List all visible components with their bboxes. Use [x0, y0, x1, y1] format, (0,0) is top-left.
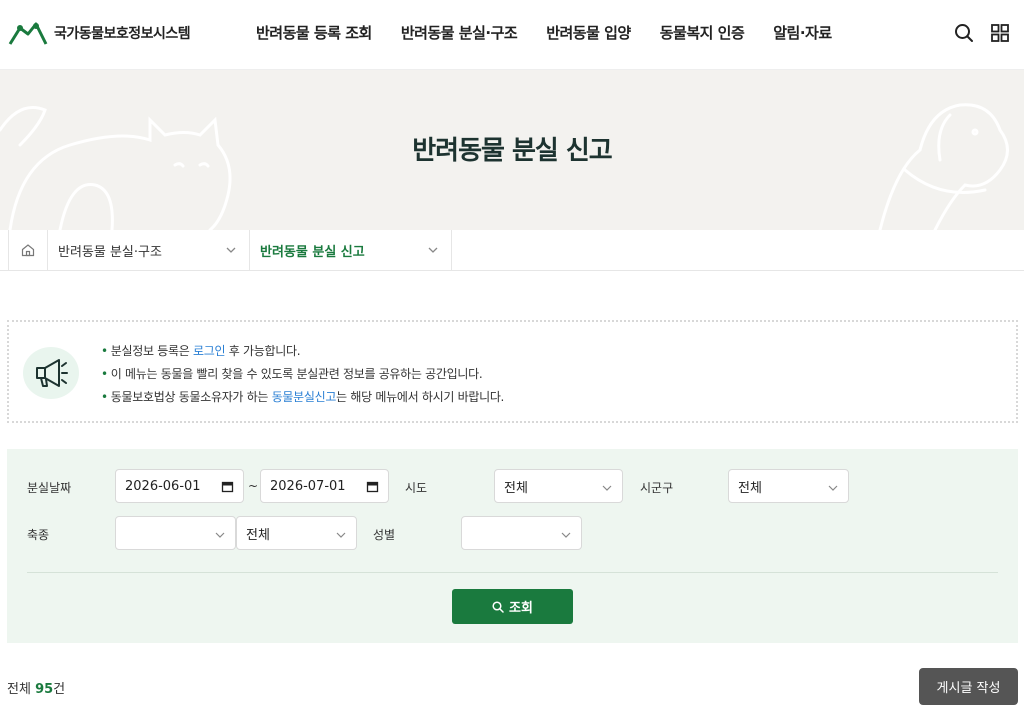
breadcrumb-home[interactable]	[8, 230, 48, 270]
notice-line-3: • 동물보호법상 동물소유자가 하는 동물분실신고는 해당 메뉴에서 하시기 바랍…	[101, 386, 504, 409]
sigungu-value: 전체	[738, 480, 762, 496]
total-count-suffix: 건	[53, 682, 66, 697]
breadcrumb-level2-label: 반려동물 분실 신고	[260, 244, 365, 260]
write-post-label: 게시글 작성	[936, 681, 1001, 696]
date-to-input[interactable]: 2026-07-01	[260, 469, 389, 503]
total-count-prefix: 전체	[7, 682, 36, 697]
logo-text: 국가동물보호정보시스템	[54, 26, 191, 42]
write-post-button[interactable]: 게시글 작성	[919, 668, 1018, 705]
date-from-input[interactable]: 2026-06-01	[115, 469, 244, 503]
notice-box: • 분실정보 등록은 로그인 후 가능합니다. • 이 메뉴는 동물을 빨리 찾을 …	[7, 320, 1018, 423]
search-button[interactable]: 조회	[452, 589, 573, 624]
search-icon[interactable]	[953, 22, 975, 44]
login-link[interactable]: 로그인	[193, 344, 226, 358]
sido-label: 시도	[405, 481, 428, 495]
panel-divider	[27, 572, 998, 573]
breed-value: 전체	[246, 527, 270, 543]
chevron-down-icon	[226, 247, 236, 253]
notice-line-1-text: 분실정보 등록은	[110, 344, 193, 358]
nav-item-adoption[interactable]: 반려동물 입양	[546, 22, 631, 43]
nav-item-notices[interactable]: 알림·자료	[773, 22, 832, 43]
date-range-separator: ~	[248, 479, 259, 493]
page-banner: 반려동물 분실 신고	[0, 70, 1024, 230]
chevron-down-icon	[828, 485, 838, 491]
sido-select[interactable]: 전체	[494, 469, 623, 503]
notice-text: • 분실정보 등록은 로그인 후 가능합니다. • 이 메뉴는 동물을 빨리 찾을 …	[101, 340, 504, 409]
bullet: •	[101, 367, 108, 381]
notice-line-1: • 분실정보 등록은 로그인 후 가능합니다.	[101, 340, 504, 363]
notice-icon-bg	[23, 347, 79, 399]
date-from-value: 2026-06-01	[125, 478, 201, 494]
breed-select[interactable]: 전체	[236, 516, 357, 550]
sigungu-label: 시군구	[640, 481, 674, 495]
date-to-value: 2026-07-01	[270, 478, 346, 494]
logo-icon	[8, 22, 48, 45]
menu-grid-icon[interactable]	[989, 22, 1011, 44]
chevron-down-icon	[215, 532, 225, 538]
megaphone-icon	[36, 359, 68, 387]
species-label: 축종	[27, 528, 50, 542]
notice-line-2: • 이 메뉴는 동물을 빨리 찾을 수 있도록 분실관련 정보를 공유하는 공간입…	[101, 363, 504, 386]
lost-report-link[interactable]: 동물분실신고	[272, 390, 337, 404]
total-count-number: 95	[35, 682, 54, 697]
nav-item-lost-rescue[interactable]: 반려동물 분실·구조	[401, 22, 518, 43]
notice-line-3-text: 동물보호법상 동물소유자가 하는	[110, 390, 272, 404]
page-title: 반려동물 분실 신고	[412, 136, 612, 166]
notice-line-3-tail: 는 해당 메뉴에서 하시기 바랍니다.	[336, 390, 505, 404]
chevron-down-icon	[602, 485, 612, 491]
nav-item-registration[interactable]: 반려동물 등록 조회	[256, 22, 372, 43]
home-icon	[21, 244, 35, 257]
total-count: 전체 95건	[7, 678, 65, 697]
breadcrumb: 반려동물 분실·구조 반려동물 분실 신고	[0, 230, 1024, 271]
calendar-icon	[221, 481, 234, 493]
nav-item-welfare-cert[interactable]: 동물복지 인증	[660, 22, 745, 43]
site-header: 국가동물보호정보시스템 반려동물 등록 조회 반려동물 분실·구조 반려동물 입…	[0, 0, 1024, 70]
chevron-down-icon	[428, 247, 438, 253]
chevron-down-icon	[336, 532, 346, 538]
species-select[interactable]	[115, 516, 236, 550]
bullet: •	[101, 390, 108, 404]
bullet: •	[101, 344, 108, 358]
search-panel: 분실날짜 2026-06-01 ~ 2026-07-01 시도 전체 시군구 전…	[7, 449, 1018, 643]
date-label: 분실날짜	[27, 481, 72, 495]
sigungu-select[interactable]: 전체	[728, 469, 849, 503]
breadcrumb-level1-label: 반려동물 분실·구조	[58, 244, 162, 260]
breadcrumb-level2[interactable]: 반려동물 분실 신고	[250, 230, 452, 270]
calendar-icon	[366, 481, 379, 493]
search-icon	[492, 600, 504, 613]
sido-value: 전체	[504, 480, 528, 496]
chevron-down-icon	[561, 532, 571, 538]
main-nav: 반려동물 등록 조회 반려동물 분실·구조 반려동물 입양 동물복지 인증 알림…	[256, 22, 861, 43]
sex-select[interactable]	[461, 516, 582, 550]
breadcrumb-level1[interactable]: 반려동물 분실·구조	[48, 230, 250, 270]
notice-line-1-tail: 후 가능합니다.	[225, 344, 301, 358]
search-button-label: 조회	[509, 601, 533, 616]
sex-label: 성별	[373, 528, 396, 542]
site-logo[interactable]: 국가동물보호정보시스템	[8, 18, 191, 48]
notice-line-2-text: 이 메뉴는 동물을 빨리 찾을 수 있도록 분실관련 정보를 공유하는 공간입니…	[110, 367, 483, 381]
